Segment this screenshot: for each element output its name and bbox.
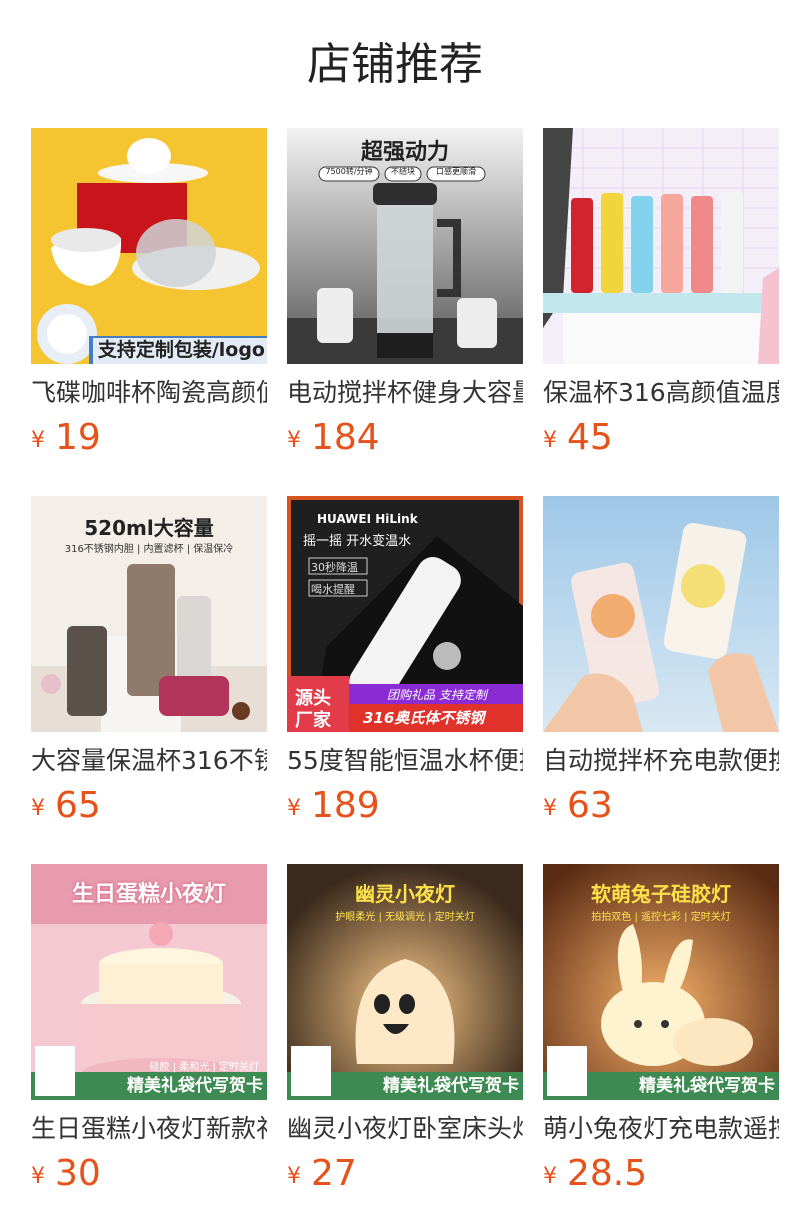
price-value: 65 (55, 785, 101, 826)
product-price: ¥63 (543, 786, 779, 832)
image-subline: 护眼柔光 | 无级调光 | 定时关灯 (335, 912, 475, 923)
price-value: 19 (55, 417, 101, 458)
product-name[interactable]: 萌小兔夜灯充电款遥控 (543, 1112, 779, 1146)
image-tag: 316奥氏体不锈钢 (363, 709, 485, 727)
product-card[interactable]: 520ml大容量 316不锈钢内胆 | 内置滤杯 | 保温保冷 大容量保温杯31… (31, 496, 267, 832)
product-image[interactable]: 幽灵小夜灯 护眼柔光 | 无级调光 | 定时关灯 精美礼袋代写贺卡 (287, 864, 523, 1100)
price-value: 63 (567, 785, 613, 826)
currency-symbol: ¥ (543, 1164, 557, 1189)
currency-symbol: ¥ (543, 428, 557, 453)
product-price: ¥30 (31, 1154, 267, 1200)
product-name[interactable]: 自动搅拌杯充电款便携 (543, 744, 779, 778)
image-badge: 厂家 (295, 710, 331, 731)
product-price: ¥28.5 (543, 1154, 779, 1200)
gift-bag-caption: 精美礼袋代写贺卡 (383, 1076, 519, 1096)
image-headline: 生日蛋糕小夜灯 (71, 882, 226, 907)
product-price: ¥189 (287, 786, 523, 832)
product-price: ¥65 (31, 786, 267, 832)
price-value: 45 (567, 417, 613, 458)
product-price: ¥27 (287, 1154, 523, 1200)
image-caption: 支持定制包装/logo (97, 339, 265, 361)
product-card[interactable]: 幽灵小夜灯 护眼柔光 | 无级调光 | 定时关灯 精美礼袋代写贺卡 幽灵小夜灯卧… (287, 864, 523, 1200)
page-title: 店铺推荐 (307, 39, 483, 90)
product-card[interactable]: 超强动力 7500转/分钟 不结块 口感更顺滑 电动搅拌杯健身大容量 ¥184 (287, 128, 523, 464)
image-headline: 幽灵小夜灯 (355, 882, 455, 906)
currency-symbol: ¥ (543, 796, 557, 821)
product-image[interactable]: 超强动力 7500转/分钟 不结块 口感更顺滑 (287, 128, 523, 364)
price-value: 184 (311, 417, 380, 458)
product-image[interactable]: 生日蛋糕小夜灯 硅胶 | 柔和光 | 定时关灯 精美礼袋代写贺卡 (31, 864, 267, 1100)
image-tag: 口感更顺滑 (436, 167, 476, 176)
currency-symbol: ¥ (287, 428, 301, 453)
product-name[interactable]: 电动搅拌杯健身大容量 (287, 376, 523, 410)
price-value: 30 (55, 1153, 101, 1194)
price-value: 28.5 (567, 1153, 648, 1194)
currency-symbol: ¥ (31, 428, 45, 453)
product-name[interactable]: 生日蛋糕小夜灯新款礼物 (31, 1112, 267, 1146)
product-name[interactable]: 幽灵小夜灯卧室床头灯 (287, 1112, 523, 1146)
product-card[interactable]: 支持定制包装/logo 飞碟咖啡杯陶瓷高颜值 ¥19 (31, 128, 267, 464)
product-name[interactable]: 55度智能恒温水杯便携 (287, 744, 523, 778)
product-image[interactable]: 软萌兔子硅胶灯 拍拍双色 | 遥控七彩 | 定时关灯 精美礼袋代写贺卡 (543, 864, 779, 1100)
image-headline: 超强动力 (360, 140, 449, 165)
currency-symbol: ¥ (287, 1164, 301, 1189)
image-tag: 30秒降温 (311, 561, 358, 574)
currency-symbol: ¥ (31, 796, 45, 821)
image-tag: 团购礼品 支持定制 (387, 688, 487, 702)
image-headline: 软萌兔子硅胶灯 (591, 882, 731, 906)
product-image[interactable] (543, 128, 779, 364)
product-name[interactable]: 飞碟咖啡杯陶瓷高颜值 (31, 376, 267, 410)
gift-bag-caption: 精美礼袋代写贺卡 (639, 1076, 775, 1096)
product-price: ¥45 (543, 418, 779, 464)
image-tag: 不结块 (391, 167, 415, 176)
product-image[interactable] (543, 496, 779, 732)
image-subline: 316不锈钢内胆 | 内置滤杯 | 保温保冷 (64, 544, 234, 555)
product-card[interactable]: 软萌兔子硅胶灯 拍拍双色 | 遥控七彩 | 定时关灯 精美礼袋代写贺卡 萌小兔夜… (543, 864, 779, 1200)
price-value: 189 (311, 785, 380, 826)
image-tag: 7500转/分钟 (325, 167, 373, 176)
coffee-cup-image (31, 128, 267, 364)
shop-recommendation-page: 店铺推荐 支持定制包装/logo 飞碟咖啡杯陶瓷高颜值 ¥ 19 超强动力 75… (0, 0, 790, 1232)
product-price: ¥184 (287, 418, 523, 464)
currency-symbol: ¥ (31, 1164, 45, 1189)
gift-bag-caption: 精美礼袋代写贺卡 (127, 1076, 263, 1096)
product-card[interactable]: 生日蛋糕小夜灯 硅胶 | 柔和光 | 定时关灯 精美礼袋代写贺卡 生日蛋糕小夜灯… (31, 864, 267, 1200)
product-image[interactable]: 支持定制包装/logo (31, 128, 267, 364)
thermos-bottles-image (543, 128, 779, 364)
image-subline: 拍拍双色 | 遥控七彩 | 定时关灯 (591, 912, 731, 923)
product-card[interactable]: 自动搅拌杯充电款便携 ¥63 (543, 496, 779, 832)
product-card[interactable]: HUAWEI HiLink 摇一摇 开水变温水 30秒降温 喝水提醒 源头 厂家… (287, 496, 523, 832)
product-price: ¥19 (31, 418, 267, 464)
shaker-cup-image (543, 496, 779, 732)
image-tag: 喝水提醒 (311, 583, 355, 596)
product-name[interactable]: 大容量保温杯316不锈钢 (31, 744, 267, 778)
image-brand: HUAWEI HiLink (317, 512, 418, 526)
product-card[interactable]: 保温杯316高颜值温度显示 ¥45 (543, 128, 779, 464)
currency-symbol: ¥ (287, 796, 301, 821)
product-name[interactable]: 保温杯316高颜值温度显示 (543, 376, 779, 410)
image-subline: 摇一摇 开水变温水 (303, 534, 412, 549)
product-image[interactable]: 520ml大容量 316不锈钢内胆 | 内置滤杯 | 保温保冷 (31, 496, 267, 732)
price-value: 27 (311, 1153, 357, 1194)
image-headline: 520ml大容量 (84, 516, 214, 540)
product-image[interactable]: HUAWEI HiLink 摇一摇 开水变温水 30秒降温 喝水提醒 源头 厂家… (287, 496, 523, 732)
